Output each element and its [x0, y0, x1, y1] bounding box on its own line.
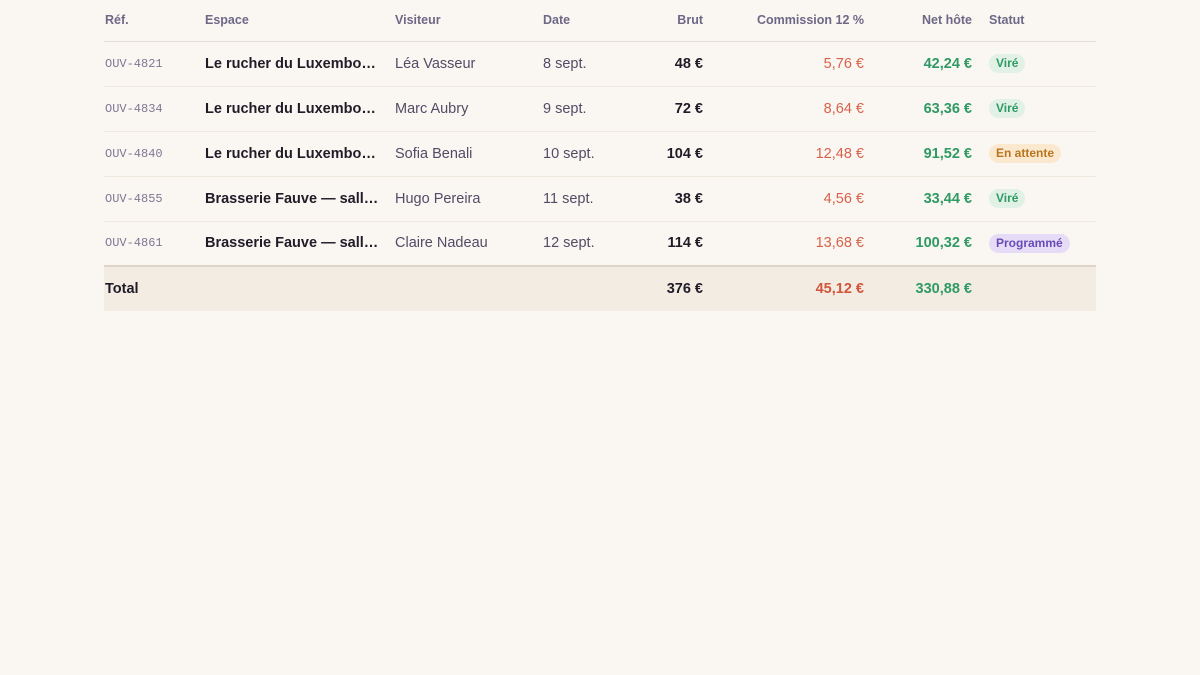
cell-commission: 8,64 € [703, 86, 864, 132]
cell-commission: 4,56 € [703, 176, 864, 222]
cell-visiteur: Hugo Pereira [395, 176, 543, 222]
table-row[interactable]: OUV-4821 Le rucher du Luxembourg Léa Vas… [104, 41, 1096, 87]
cell-date: 12 sept. [543, 235, 595, 252]
cell-net: 42,24 € [864, 41, 972, 87]
cell-ref: OUV-4834 [104, 86, 205, 132]
column-header-commission[interactable]: Commission 12 % [703, 0, 864, 42]
cell-statut: Viré [972, 41, 1096, 87]
cell-brut: 72 € [635, 86, 703, 132]
column-header-brut[interactable]: Brut [635, 0, 703, 42]
total-empty-espace [205, 265, 395, 311]
cell-brut: 38 € [635, 176, 703, 222]
total-empty-date [543, 265, 635, 311]
cell-ref: OUV-4861 [105, 236, 163, 251]
cell-ref: OUV-4840 [104, 131, 205, 177]
table-row[interactable]: OUV-4861 Brasserie Fauve — salle... Clai… [104, 221, 1096, 266]
total-empty-visiteur [395, 265, 543, 311]
cell-visiteur: Marc Aubry [395, 86, 543, 132]
total-commission: 45,12 € [703, 265, 864, 311]
cell-statut: Viré [972, 86, 1096, 132]
column-header-date[interactable]: Date [543, 0, 635, 42]
cell-ref: OUV-4855 [104, 176, 205, 222]
status-badge: Programmé [989, 233, 1070, 253]
cell-net: 33,44 € [864, 176, 972, 222]
cell-visiteur: Sofia Benali [395, 131, 543, 177]
status-badge: Viré [989, 99, 1026, 118]
cell-net: 100,32 € [915, 235, 972, 252]
cell-date: 9 sept. [543, 86, 635, 132]
table-header-row: Réf. Espace Visiteur Date Brut Commissio… [104, 0, 1096, 42]
cell-espace: Le rucher du Luxembourg [205, 86, 395, 132]
table-row[interactable]: OUV-4855 Brasserie Fauve — salle... Hugo… [104, 176, 1096, 222]
cell-espace: Le rucher du Luxembourg [205, 41, 395, 87]
total-label: Total [104, 265, 205, 311]
cell-visiteur: Claire Nadeau [395, 235, 488, 252]
cell-commission: 12,48 € [703, 131, 864, 177]
cell-date: 10 sept. [543, 131, 635, 177]
cell-brut: 114 € [667, 235, 704, 252]
cell-date: 11 sept. [543, 176, 635, 222]
total-row: Total 376 € 45,12 € 330,88 € [104, 265, 1096, 311]
cell-ref: OUV-4821 [104, 41, 205, 87]
column-header-espace[interactable]: Espace [205, 0, 395, 42]
column-header-visiteur[interactable]: Visiteur [395, 0, 543, 42]
cell-espace: Brasserie Fauve — salle... [205, 176, 395, 222]
cell-visiteur: Léa Vasseur [395, 41, 543, 87]
cell-commission: 13,68 € [815, 235, 864, 252]
total-brut: 376 € [635, 265, 703, 311]
cell-brut: 48 € [635, 41, 703, 87]
status-badge: En attente [989, 144, 1062, 163]
cell-espace: Le rucher du Luxembourg [205, 131, 395, 177]
cell-statut: Programmé [972, 221, 1096, 266]
total-net: 330,88 € [864, 265, 972, 311]
payouts-table-container: Réf. Espace Visiteur Date Brut Commissio… [104, 0, 1096, 311]
status-badge: Viré [989, 54, 1026, 73]
table-row[interactable]: OUV-4840 Le rucher du Luxembourg Sofia B… [104, 131, 1096, 177]
table-row[interactable]: OUV-4834 Le rucher du Luxembourg Marc Au… [104, 86, 1096, 132]
cell-net: 63,36 € [864, 86, 972, 132]
cell-statut: Viré [972, 176, 1096, 222]
column-header-ref[interactable]: Réf. [104, 0, 205, 42]
column-header-net[interactable]: Net hôte [864, 0, 972, 42]
cell-statut: En attente [972, 131, 1096, 177]
total-empty-statut [972, 265, 1096, 311]
cell-date: 8 sept. [543, 41, 635, 87]
cell-brut: 104 € [635, 131, 703, 177]
status-badge: Viré [989, 189, 1026, 208]
cell-net: 91,52 € [864, 131, 972, 177]
cell-espace: Brasserie Fauve — salle... [205, 235, 384, 252]
cell-commission: 5,76 € [703, 41, 864, 87]
payouts-table: Réf. Espace Visiteur Date Brut Commissio… [104, 0, 1096, 311]
column-header-statut[interactable]: Statut [972, 0, 1096, 42]
